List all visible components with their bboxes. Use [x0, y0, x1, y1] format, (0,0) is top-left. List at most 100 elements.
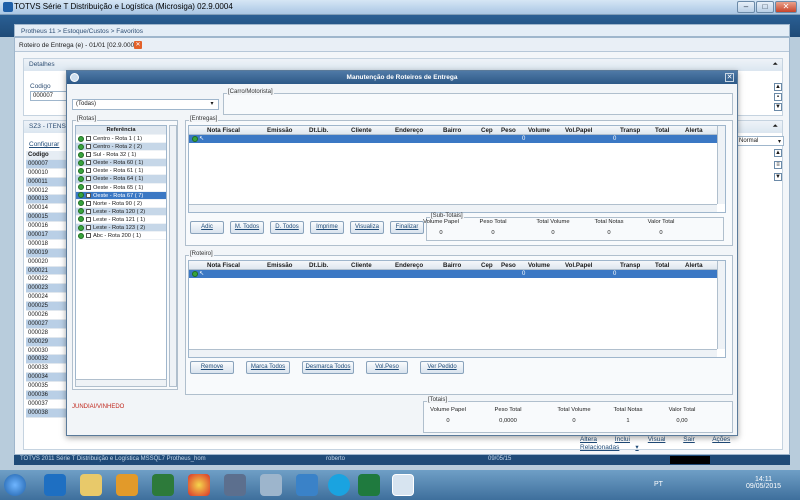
rota-row[interactable]: Sul - Rota 32 ( 1)	[76, 151, 166, 160]
column-header[interactable]: Emissão	[267, 261, 292, 270]
marca-todos-button[interactable]: Marca Todos	[246, 361, 290, 374]
imprime-button[interactable]: Imprime	[310, 221, 344, 234]
close-window-button[interactable]: ✕	[775, 1, 797, 13]
collapse-icon[interactable]: ⏶	[772, 123, 778, 131]
column-header[interactable]: Peso	[501, 261, 516, 270]
d-todos-button[interactable]: D. Todos	[270, 221, 304, 234]
language-indicator[interactable]: PT	[654, 481, 663, 488]
rota-checkbox[interactable]	[86, 184, 91, 190]
codigo-row[interactable]: 000015	[26, 213, 70, 223]
codigo-row[interactable]: 000013	[26, 195, 70, 205]
system-clock[interactable]: 14:11 09/05/2015	[746, 476, 781, 490]
configurar-link[interactable]: Configurar	[29, 141, 59, 148]
rotas-horizontal-scrollbar[interactable]	[75, 379, 167, 387]
rota-row[interactable]: Leste - Rota 123 ( 2)	[76, 224, 166, 233]
column-header[interactable]: Bairro	[443, 261, 461, 270]
altera-link[interactable]: Altera	[580, 436, 597, 443]
visualiza-button[interactable]: Visualiza	[350, 221, 384, 234]
visual-link[interactable]: Visual	[648, 436, 666, 443]
desmarca-todos-button[interactable]: Desmarca Todos	[302, 361, 354, 374]
rota-checkbox[interactable]	[86, 136, 91, 141]
rota-checkbox[interactable]	[86, 216, 91, 222]
rota-filter-select[interactable]: (Todas)	[72, 99, 219, 110]
excel-icon[interactable]	[358, 474, 380, 496]
roteiro-vertical-scrollbar[interactable]	[717, 261, 725, 349]
move-down-icon[interactable]: ▼	[774, 173, 782, 181]
chevron-down-icon[interactable]: ▾	[207, 100, 217, 109]
chevron-down-icon[interactable]: ▾	[635, 444, 638, 451]
codigo-row[interactable]: 000022	[26, 275, 70, 285]
vol-peso-button[interactable]: Vol.Peso	[366, 361, 408, 374]
app-icon-gray[interactable]	[224, 474, 246, 496]
tab-close-icon[interactable]: ✕	[134, 41, 142, 49]
column-header[interactable]: Bairro	[443, 126, 461, 135]
skype-icon[interactable]	[328, 474, 350, 496]
codigo-row[interactable]: 000016	[26, 222, 70, 232]
protheus-icon[interactable]	[392, 474, 414, 496]
rota-checkbox[interactable]	[86, 176, 91, 182]
rota-row[interactable]: Abc - Rota 200 ( 1)	[76, 232, 166, 241]
scroll-up-icon[interactable]: ▲	[774, 83, 782, 91]
column-header[interactable]: Peso	[501, 126, 516, 135]
column-header[interactable]: Nota Fiscal	[207, 261, 240, 270]
codigo-row[interactable]: 000023	[26, 284, 70, 294]
codigo-row[interactable]: 000037	[26, 400, 70, 409]
codigo-row[interactable]: 000007	[26, 159, 70, 169]
column-header[interactable]: Vol.Papel	[565, 126, 592, 135]
column-header[interactable]: Vol.Papel	[565, 261, 592, 270]
rota-row[interactable]: Oeste - Rota 60 ( 1)	[76, 159, 166, 168]
rota-checkbox[interactable]	[86, 192, 91, 198]
column-header[interactable]: Cep	[481, 126, 493, 135]
app-icon-blue[interactable]	[296, 474, 318, 496]
roteiro-horizontal-scrollbar[interactable]	[189, 349, 717, 357]
ver-pedido-button[interactable]: Ver Pedido	[420, 361, 464, 374]
mode-select[interactable]: Normal ▾	[736, 136, 784, 146]
referencia-header[interactable]: Referência	[76, 126, 166, 135]
move-up-icon[interactable]: ▲	[774, 149, 782, 157]
column-header[interactable]: Volume	[528, 261, 550, 270]
column-header[interactable]: Dt.Lib.	[309, 126, 328, 135]
column-header[interactable]: Emissão	[267, 126, 292, 135]
rota-row[interactable]: Oeste - Rota 65 ( 1)	[76, 184, 166, 192]
scroll-mid-icon[interactable]: ▪	[774, 93, 782, 101]
rota-checkbox[interactable]	[86, 152, 91, 158]
codigo-row[interactable]: 000032	[26, 355, 70, 365]
codigo-row[interactable]: 000035	[26, 382, 70, 392]
scroll-down-icon[interactable]: ▼	[774, 103, 782, 111]
rota-row[interactable]: Norte - Rota 90 ( 2)	[76, 200, 166, 208]
rota-row[interactable]: Centro - Rota 1 ( 1)	[76, 135, 166, 144]
m-todos-button[interactable]: M. Todos	[230, 221, 264, 234]
start-button-icon[interactable]	[4, 474, 26, 496]
codigo-row[interactable]: 000030	[26, 347, 70, 356]
rota-checkbox[interactable]	[86, 160, 91, 166]
codigo-row[interactable]: 000029	[26, 337, 70, 347]
entregas-horizontal-scrollbar[interactable]	[189, 204, 717, 212]
codigo-row[interactable]: 000033	[26, 364, 70, 374]
codigo-row[interactable]: 000027	[26, 319, 70, 329]
sair-link[interactable]: Sair	[683, 436, 695, 443]
codigo-row[interactable]: 000017	[26, 231, 70, 240]
rota-checkbox[interactable]	[86, 233, 91, 239]
codigo-row[interactable]: 000026	[26, 311, 70, 320]
rota-row[interactable]: Oeste - Rota 61 ( 1)	[76, 167, 166, 176]
column-header[interactable]: Transp	[620, 126, 640, 135]
codigo-row[interactable]: 000010	[26, 169, 70, 178]
rota-row[interactable]: Leste - Rota 120 ( 2)	[76, 207, 166, 216]
codigo-header[interactable]: Codigo	[26, 151, 70, 160]
codigo-row[interactable]: 000028	[26, 329, 70, 338]
column-header[interactable]: Cliente	[351, 261, 372, 270]
column-header[interactable]: Dt.Lib.	[309, 261, 328, 270]
codigo-row[interactable]: 000012	[26, 187, 70, 196]
entregas-row[interactable]: ↖ 0 0	[189, 135, 717, 143]
chrome-icon[interactable]	[188, 474, 210, 496]
codigo-row[interactable]: 000019	[26, 248, 70, 258]
rota-row[interactable]: Centro - Rota 2 ( 2)	[76, 143, 166, 152]
column-header[interactable]: Endereço	[395, 261, 423, 270]
column-header[interactable]: Volume	[528, 126, 550, 135]
entregas-vertical-scrollbar[interactable]	[717, 126, 725, 204]
modal-close-icon[interactable]: ✕	[725, 73, 734, 82]
column-header[interactable]: Total	[655, 261, 669, 270]
column-header[interactable]: Alerta	[685, 261, 703, 270]
codigo-row[interactable]: 000025	[26, 302, 70, 312]
app-icon-green[interactable]	[152, 474, 174, 496]
